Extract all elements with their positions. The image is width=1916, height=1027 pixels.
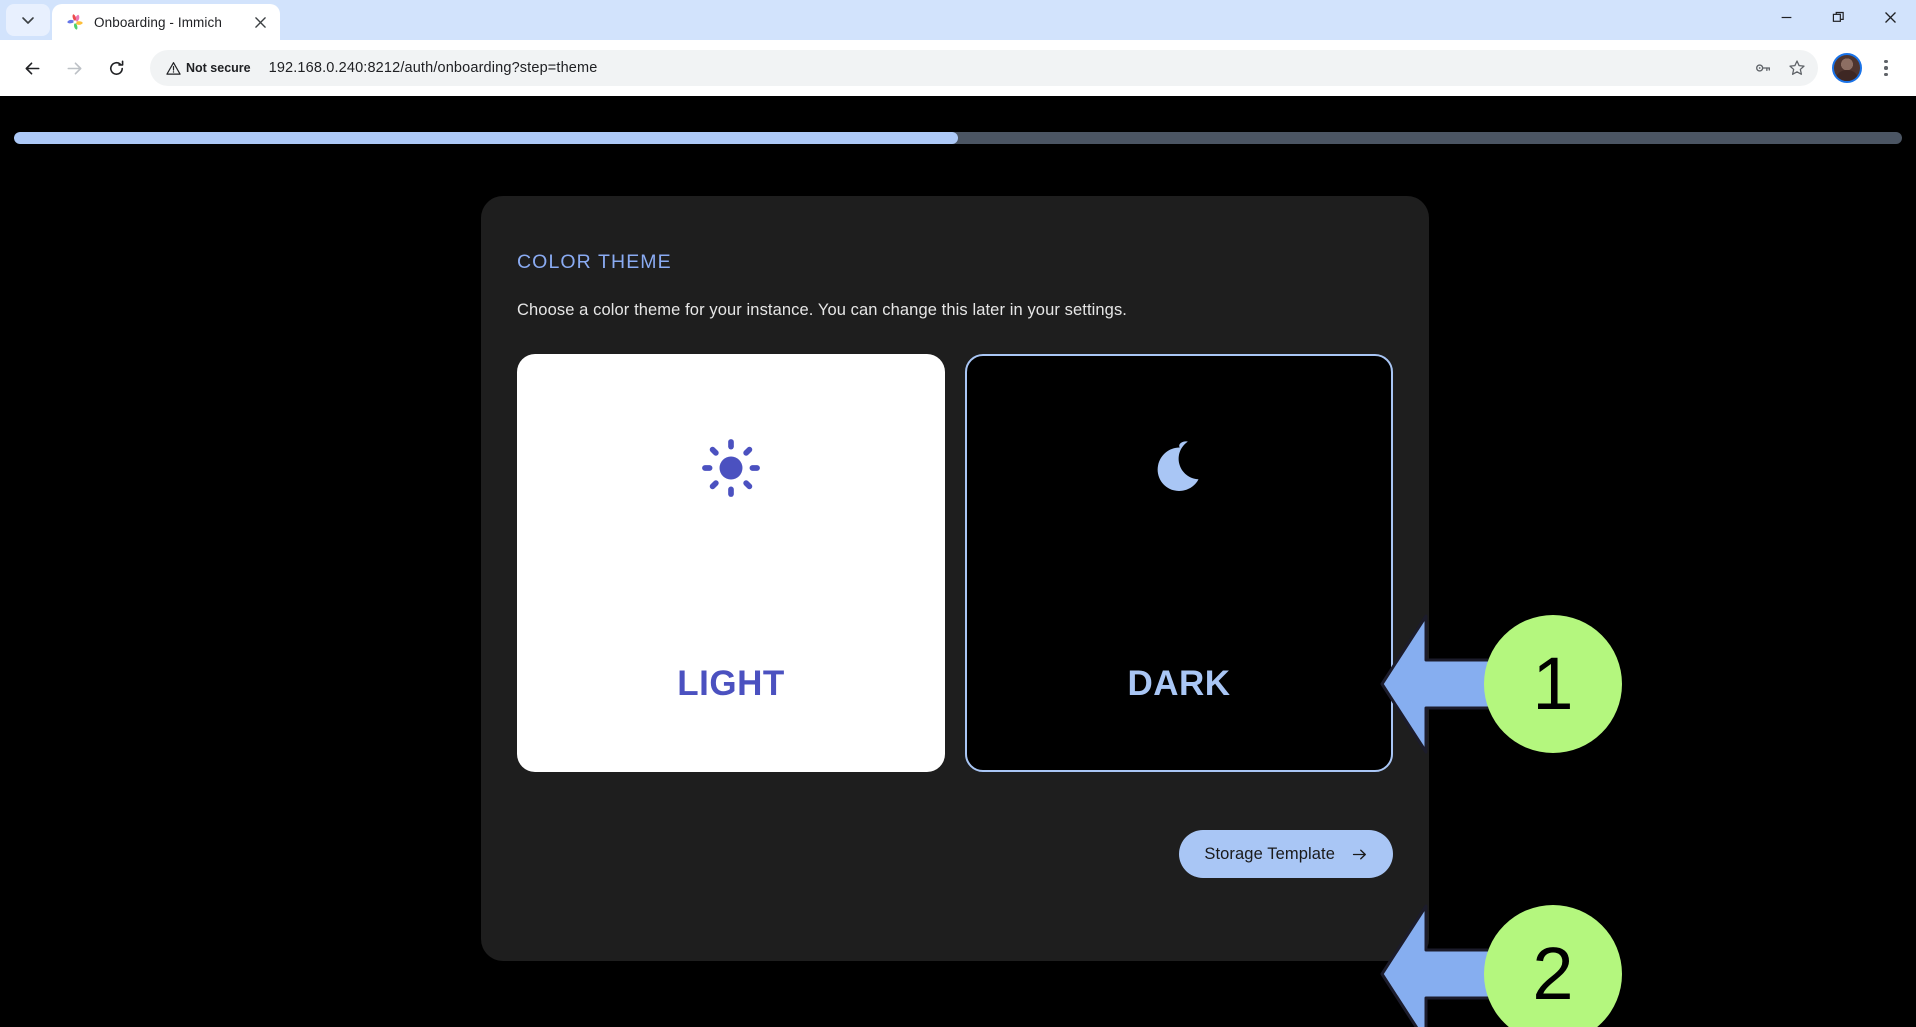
sun-icon [697, 434, 765, 502]
page-viewport: COLOR THEME Choose a color theme for you… [0, 96, 1916, 1027]
site-security-chip[interactable]: Not secure [160, 57, 259, 80]
browser-toolbar: Not secure 192.168.0.240:8212/auth/onboa… [0, 40, 1916, 96]
warning-triangle-icon [166, 61, 181, 75]
tab-strip: Onboarding - Immich [0, 0, 1916, 40]
forward-arrow-icon [67, 61, 81, 75]
bookmark-button[interactable] [1782, 53, 1812, 83]
window-minimize-button[interactable] [1760, 0, 1812, 34]
theme-option-group: LIGHT DARK [517, 354, 1393, 772]
onboarding-card: COLOR THEME Choose a color theme for you… [481, 196, 1429, 961]
profile-avatar[interactable] [1832, 53, 1862, 83]
annotation-badge-2: 2 [1484, 905, 1622, 1027]
page-title: COLOR THEME [517, 251, 672, 273]
reload-icon [109, 59, 123, 75]
forward-button[interactable] [56, 50, 92, 86]
theme-card-dark[interactable]: DARK [965, 354, 1393, 772]
back-arrow-icon [25, 61, 39, 75]
reload-button[interactable] [98, 50, 134, 86]
minimize-icon [1781, 16, 1791, 18]
address-bar-url-text: 192.168.0.240:8212/auth/onboarding?step=… [268, 60, 598, 76]
tab-close-icon[interactable] [250, 12, 270, 32]
theme-label-light: LIGHT [677, 664, 785, 703]
three-dot-menu-icon [1884, 72, 1888, 77]
annotation-badge-1: 1 [1484, 615, 1622, 753]
moon-icon [1145, 434, 1213, 502]
onboarding-progress-bar [14, 132, 1902, 144]
close-icon [1884, 11, 1896, 23]
chrome-menu-button[interactable] [1870, 52, 1902, 84]
restore-icon [1832, 11, 1844, 22]
star-icon [1789, 60, 1805, 75]
security-status-label: Not secure [186, 61, 251, 75]
chevron-down-icon [22, 17, 34, 24]
storage-template-button[interactable]: Storage Template [1179, 830, 1393, 878]
password-manager-button[interactable] [1748, 53, 1778, 83]
three-dot-menu-icon [1884, 66, 1888, 70]
theme-label-dark: DARK [1127, 664, 1231, 703]
back-button[interactable] [14, 50, 50, 86]
theme-card-light[interactable]: LIGHT [517, 354, 945, 772]
section-description: Choose a color theme for your instance. … [517, 301, 1127, 319]
key-icon [1756, 64, 1770, 72]
immich-logo-icon [66, 13, 84, 31]
browser-tab-onboarding[interactable]: Onboarding - Immich [52, 4, 280, 40]
address-bar-actions [1748, 53, 1812, 83]
window-controls [1760, 0, 1916, 40]
window-close-button[interactable] [1864, 0, 1916, 34]
storage-template-button-label: Storage Template [1204, 844, 1335, 863]
window-maximize-button[interactable] [1812, 0, 1864, 34]
tab-search-chevron-down-icon[interactable] [6, 4, 50, 36]
onboarding-progress-fill [14, 132, 958, 144]
arrow-right-icon [1352, 849, 1366, 859]
three-dot-menu-icon [1884, 59, 1888, 64]
address-bar[interactable]: Not secure 192.168.0.240:8212/auth/onboa… [150, 50, 1818, 86]
browser-window: Onboarding - Immich Not secure 192.168.0… [0, 0, 1916, 1027]
tab-title: Onboarding - Immich [94, 14, 222, 30]
